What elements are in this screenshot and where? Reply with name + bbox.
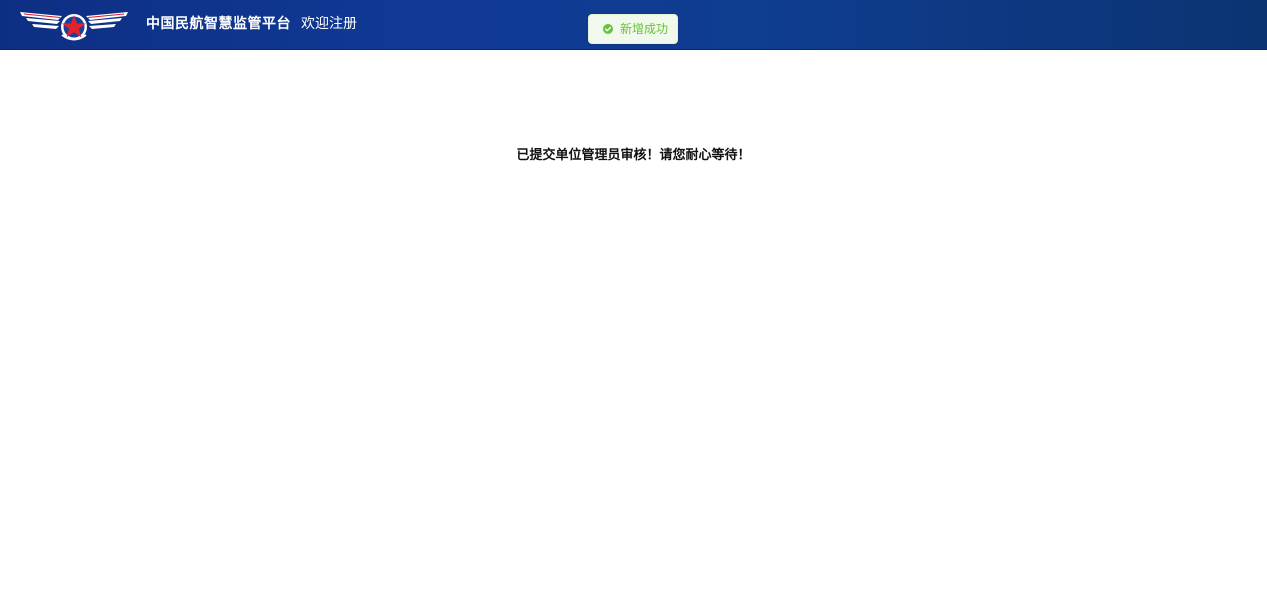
- check-circle-icon: [603, 24, 613, 34]
- caac-logo-icon: [20, 12, 128, 41]
- success-toast: 新增成功: [588, 14, 678, 44]
- status-message: 已提交单位管理员审核！请您耐心等待！: [516, 148, 751, 163]
- main-content: 已提交单位管理员审核！请您耐心等待！: [0, 50, 1267, 602]
- platform-title: 中国民航智慧监管平台: [146, 16, 291, 32]
- toast-message: 新增成功: [620, 22, 669, 36]
- top-header-bar: 中国民航智慧监管平台 欢迎注册 新增成功: [0, 0, 1267, 50]
- page-subtitle: 欢迎注册: [301, 16, 357, 32]
